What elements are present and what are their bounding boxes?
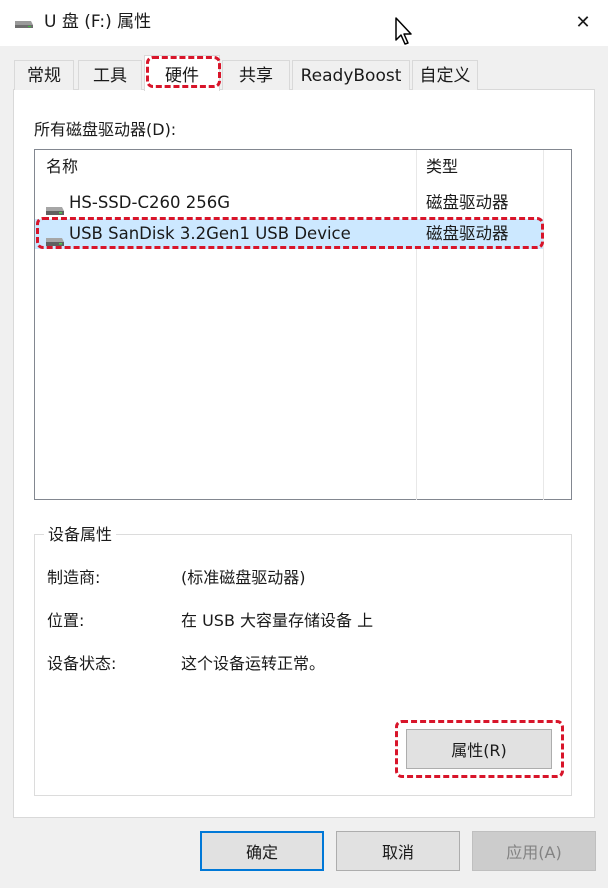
tab-customize[interactable]: 自定义: [412, 60, 478, 90]
properties-button[interactable]: 属性(R): [406, 729, 552, 769]
ok-button[interactable]: 确定: [200, 831, 324, 871]
tab-readyboost[interactable]: ReadyBoost: [292, 60, 410, 90]
tab-general[interactable]: 常规: [14, 60, 74, 90]
device-status-label: 设备状态:: [47, 654, 117, 673]
drive-row[interactable]: HS-SSD-C260 256G 磁盘驱动器: [35, 188, 543, 218]
tab-hardware[interactable]: 硬件: [144, 55, 220, 91]
drive-name: USB SanDisk 3.2Gen1 USB Device: [69, 224, 351, 243]
mouse-cursor-icon: [394, 16, 414, 46]
manufacturer-label: 制造商:: [47, 568, 101, 587]
location-label: 位置:: [47, 611, 85, 630]
manufacturer-value: (标准磁盘驱动器): [181, 568, 306, 587]
tab-sharing[interactable]: 共享: [222, 60, 290, 90]
drive-name: HS-SSD-C260 256G: [69, 193, 230, 212]
close-button[interactable]: ✕: [565, 6, 601, 38]
disk-drive-icon: [44, 228, 66, 246]
column-header-type[interactable]: 类型: [416, 150, 544, 184]
window-title: U 盘 (F:) 属性: [44, 12, 152, 32]
device-properties-legend: 设备属性: [44, 524, 117, 546]
usb-drive-icon: [14, 15, 34, 29]
device-status-value: 这个设备运转正常。: [181, 654, 326, 673]
disk-drive-icon: [44, 197, 66, 215]
location-value: 在 USB 大容量存储设备 上: [181, 611, 374, 630]
column-separator[interactable]: [543, 150, 544, 500]
drive-type: 磁盘驱动器: [426, 193, 509, 212]
all-drives-label: 所有磁盘驱动器(D):: [34, 120, 177, 139]
tab-tools[interactable]: 工具: [78, 60, 142, 90]
apply-button: 应用(A): [472, 831, 596, 871]
close-icon: ✕: [575, 11, 591, 33]
cancel-button[interactable]: 取消: [336, 831, 460, 871]
drive-type: 磁盘驱动器: [426, 224, 509, 243]
column-header-name[interactable]: 名称: [36, 150, 416, 184]
drive-row-selected[interactable]: USB SanDisk 3.2Gen1 USB Device 磁盘驱动器: [35, 219, 543, 249]
